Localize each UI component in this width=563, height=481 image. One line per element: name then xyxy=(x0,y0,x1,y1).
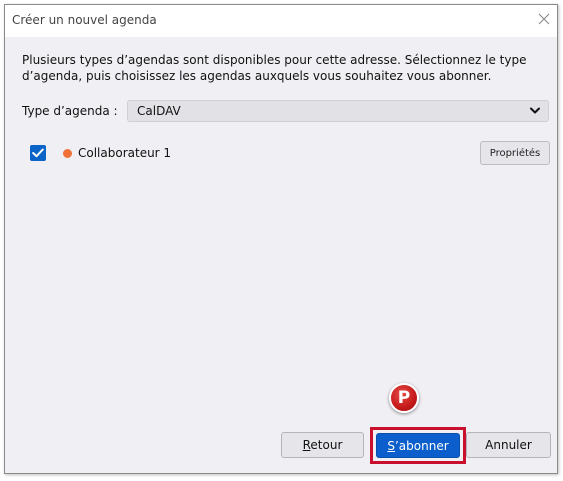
subscribe-button[interactable]: S’abonner xyxy=(376,433,460,458)
dialog-description: Plusieurs types d’agendas sont disponibl… xyxy=(22,53,527,83)
close-button[interactable] xyxy=(533,8,555,30)
calendar-type-value: CalDAV xyxy=(137,104,181,118)
subscribe-button-label: ’abonner xyxy=(394,438,449,453)
cancel-button[interactable]: Annuler xyxy=(466,432,551,458)
back-button-label: etour xyxy=(310,438,343,452)
chevron-down-icon xyxy=(530,107,540,114)
calendar-color-dot xyxy=(63,149,72,158)
step-badge: P xyxy=(389,383,419,413)
calendar-checkbox[interactable] xyxy=(30,145,46,161)
calendar-type-select[interactable]: CalDAV xyxy=(127,100,549,122)
title-bar: Créer un nouvel agenda xyxy=(5,5,557,37)
calendar-type-label: Type d’agenda : xyxy=(22,104,118,118)
checkmark-icon xyxy=(32,148,44,158)
properties-button[interactable]: Propriétés xyxy=(480,141,550,165)
calendar-name: Collaborateur 1 xyxy=(78,146,172,160)
close-icon xyxy=(538,13,550,25)
dialog-title: Créer un nouvel agenda xyxy=(12,13,157,27)
subscribe-button-accesskey: S xyxy=(387,438,395,453)
calendar-type-row: Type d’agenda : CalDAV xyxy=(22,100,549,124)
calendar-list-item: Collaborateur 1 Propriétés xyxy=(30,141,550,167)
back-button[interactable]: Retour xyxy=(281,432,364,458)
